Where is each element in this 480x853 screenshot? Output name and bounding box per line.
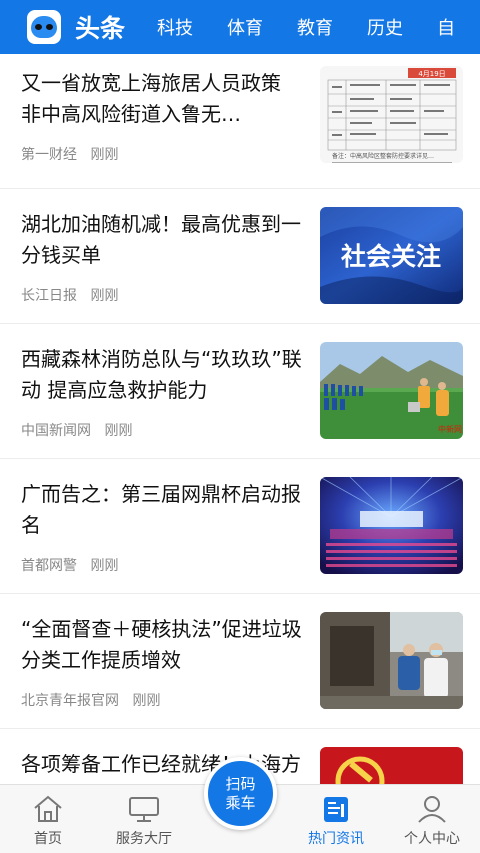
tab-partial[interactable]: 自 <box>437 14 455 40</box>
news-item[interactable]: 广而告之：第三届网鼎杯启动报名 首都网警 刚刚 <box>0 459 480 594</box>
tab-technology[interactable]: 科技 <box>157 14 193 40</box>
news-title[interactable]: 广而告之：第三届网鼎杯启动报名 <box>21 479 303 541</box>
nav-hot-news-label: 热门资讯 <box>308 831 364 847</box>
news-source: 首都网警 <box>21 558 77 574</box>
nav-personal-center-label: 个人中心 <box>404 831 460 847</box>
news-meta: 北京青年报官网 刚刚 <box>21 690 169 710</box>
scan-button-line1: 扫码 <box>225 774 256 793</box>
news-source: 第一财经 <box>21 147 77 163</box>
monitor-icon <box>129 797 159 822</box>
news-meta: 第一财经 刚刚 <box>21 144 127 164</box>
news-thumbnail-document[interactable]: 4月19日 备注：中高风险区整套防控要求详见… <box>320 66 463 163</box>
news-thumbnail-party-emblem[interactable] <box>320 747 463 784</box>
news-item[interactable]: 西藏森林消防总队与“玖玖玖”联动 提高应急救护能力 中国新闻网 刚刚 中新网 <box>0 324 480 459</box>
thumbnail-watermark: 中新网 <box>438 424 462 434</box>
news-thumbnail-arena[interactable] <box>320 477 463 574</box>
news-thumbnail-social-focus[interactable]: 社会关注 <box>320 207 463 304</box>
nav-service-hall-label: 服务大厅 <box>116 831 172 847</box>
tab-education[interactable]: 教育 <box>297 14 333 40</box>
app-logo <box>27 10 61 44</box>
thumbnail-banner-text: 社会关注 <box>341 242 441 271</box>
home-icon <box>34 795 62 822</box>
news-time: 刚刚 <box>90 288 119 304</box>
document-caption: 备注：中高风险区整套防控要求详见… <box>332 152 434 160</box>
nav-hot-news[interactable]: 热门资讯 <box>288 785 384 853</box>
tab-headlines[interactable]: 头条 <box>75 9 125 45</box>
category-tabs: 头条 科技 体育 教育 历史 自 <box>75 9 480 45</box>
nav-home-label: 首页 <box>34 831 62 847</box>
scan-to-ride-button[interactable]: 扫码 乘车 <box>204 757 277 830</box>
news-title[interactable]: “全面督查＋硬核执法”促进垃圾分类工作提质增效 <box>21 614 303 676</box>
top-navigation-bar: 头条 科技 体育 教育 历史 自 <box>0 0 480 54</box>
news-meta: 长江日报 刚刚 <box>21 285 127 305</box>
news-item[interactable]: 湖北加油随机减！最高优惠到一分钱买单 长江日报 刚刚 社会关注 <box>0 189 480 324</box>
news-meta: 首都网警 刚刚 <box>21 555 127 575</box>
news-source: 中国新闻网 <box>21 423 91 439</box>
news-time: 刚刚 <box>90 558 119 574</box>
news-title[interactable]: 湖北加油随机减！最高优惠到一分钱买单 <box>21 209 303 271</box>
news-thumbnail-field-training[interactable]: 中新网 <box>320 342 463 439</box>
scan-button-line2: 乘车 <box>225 793 256 812</box>
news-title[interactable]: 西藏森林消防总队与“玖玖玖”联动 提高应急救护能力 <box>21 344 303 406</box>
tab-sports[interactable]: 体育 <box>227 14 263 40</box>
news-time: 刚刚 <box>132 693 161 709</box>
news-source: 北京青年报官网 <box>21 693 119 709</box>
news-item[interactable]: “全面督查＋硬核执法”促进垃圾分类工作提质增效 北京青年报官网 刚刚 <box>0 594 480 729</box>
news-feed: 又一省放宽上海旅居人员政策 非中高风险街道入鲁无… 第一财经 刚刚 4月19日 <box>0 54 480 784</box>
nav-home[interactable]: 首页 <box>0 785 96 853</box>
news-icon <box>324 797 348 822</box>
nav-personal-center[interactable]: 个人中心 <box>384 785 480 853</box>
news-time: 刚刚 <box>104 423 133 439</box>
panda-logo-icon <box>31 16 57 38</box>
news-thumbnail-inspection[interactable] <box>320 612 463 709</box>
news-source: 长江日报 <box>21 288 77 304</box>
news-title[interactable]: 又一省放宽上海旅居人员政策 非中高风险街道入鲁无… <box>21 68 303 130</box>
news-meta: 中国新闻网 刚刚 <box>21 420 141 440</box>
news-time: 刚刚 <box>90 147 119 163</box>
user-icon <box>418 796 446 823</box>
news-item[interactable]: 又一省放宽上海旅居人员政策 非中高风险街道入鲁无… 第一财经 刚刚 4月19日 <box>0 54 480 189</box>
tab-history[interactable]: 历史 <box>367 14 403 40</box>
document-date-label: 4月19日 <box>418 70 445 78</box>
nav-service-hall[interactable]: 服务大厅 <box>96 785 192 853</box>
